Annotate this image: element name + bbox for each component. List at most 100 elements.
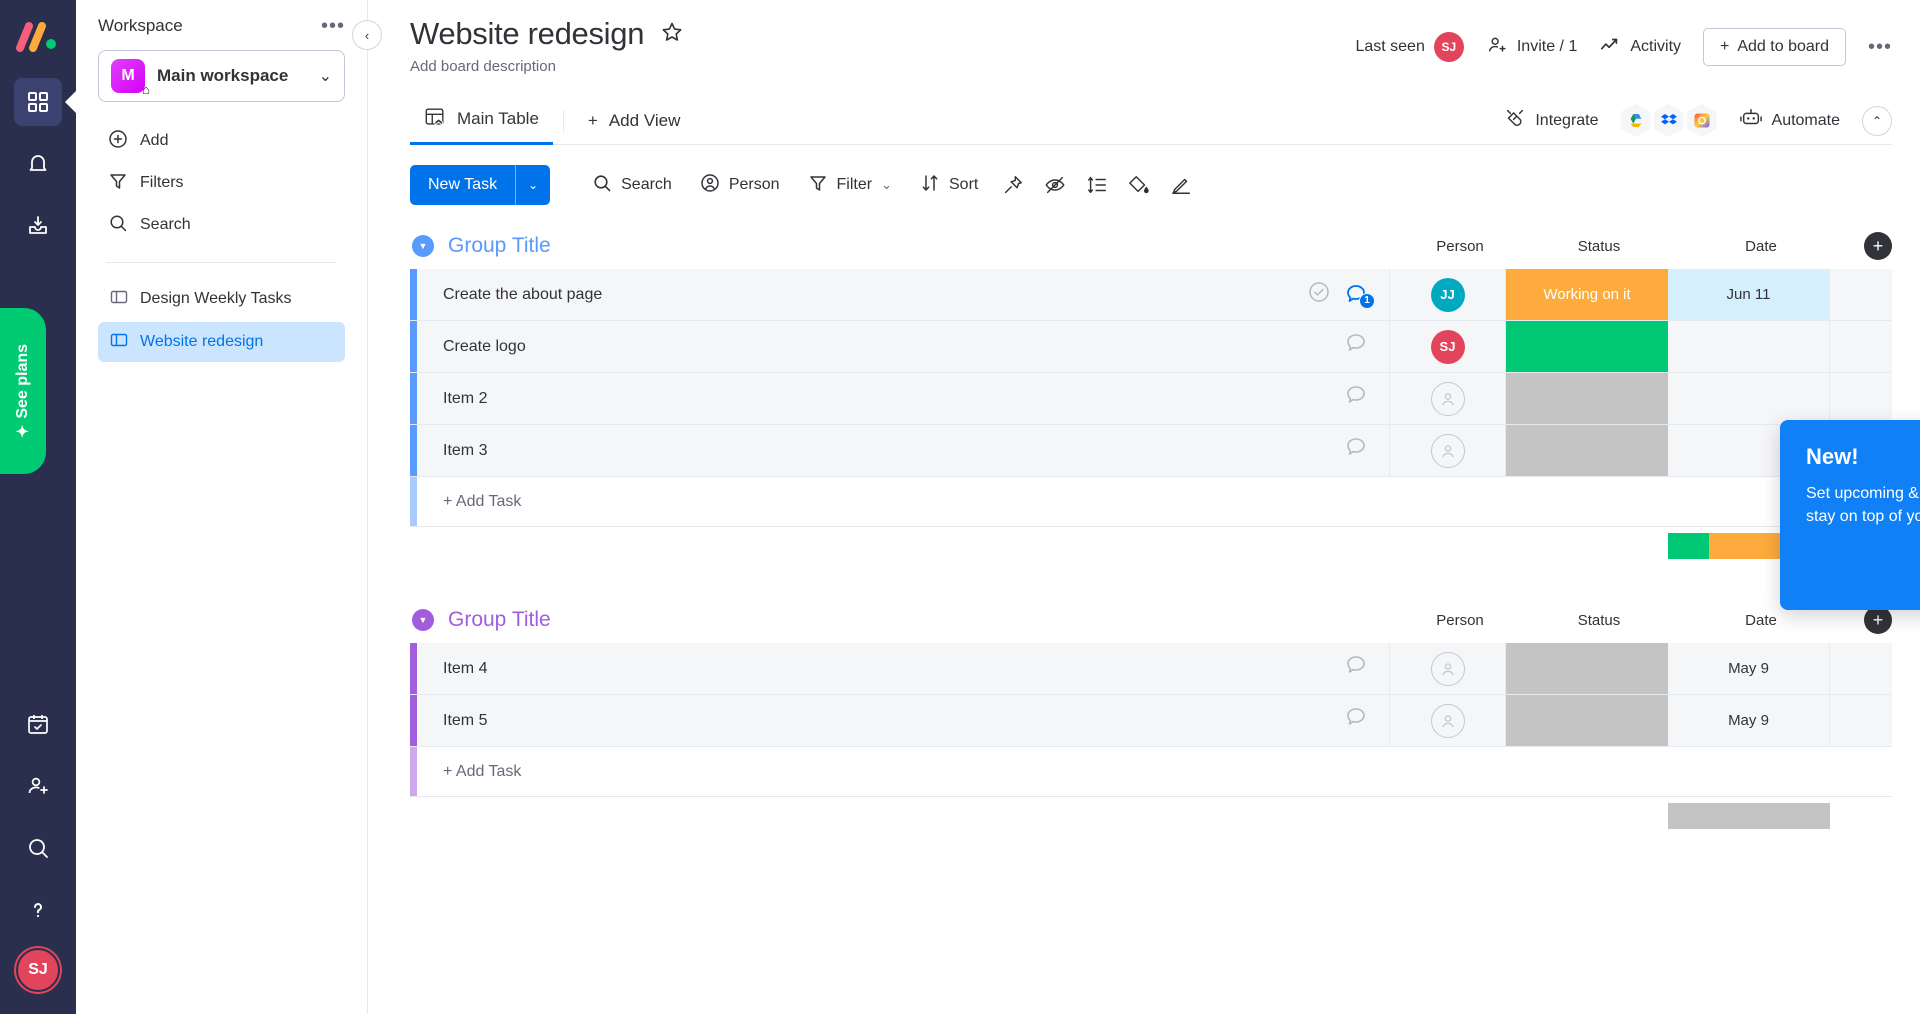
board-more-button[interactable]: ••• [1868, 37, 1892, 57]
tab-main-table[interactable]: Main Table [410, 97, 553, 145]
sidebar-board-website-redesign[interactable]: Website redesign [98, 322, 345, 362]
person-cell[interactable] [1390, 425, 1506, 476]
workspace-selector[interactable]: M ⌂ Main workspace ⌄ [98, 50, 345, 102]
column-header-date[interactable]: Date [1680, 612, 1842, 629]
toolbar-edit-board-button[interactable] [1160, 165, 1202, 205]
column-header-status[interactable]: Status [1518, 238, 1680, 255]
add-column-button[interactable]: + [1864, 232, 1892, 260]
group-title[interactable]: Group Title [448, 234, 551, 258]
toolbar-row-height-button[interactable] [1076, 165, 1118, 205]
table-row[interactable]: Item 5 May 9 [410, 695, 1892, 747]
chat-bubble-icon[interactable] [1345, 435, 1371, 466]
add-view-button[interactable]: + Add View [574, 97, 694, 145]
see-plans-button[interactable]: ✦ See plans [0, 308, 46, 474]
collapse-toolbar-button[interactable]: ⌃ [1862, 105, 1892, 136]
avatar-placeholder-icon[interactable] [1430, 433, 1465, 468]
date-cell[interactable]: May 9 [1668, 643, 1830, 694]
status-cell[interactable] [1506, 695, 1668, 746]
row-name-cell[interactable]: Item 5 [417, 695, 1390, 746]
rail-item-help[interactable] [14, 886, 62, 934]
workspace-more-button[interactable]: ••• [321, 16, 345, 36]
toolbar-search-button[interactable]: Search [578, 165, 686, 205]
date-cell[interactable] [1668, 321, 1830, 372]
row-name-cell[interactable]: Item 3 [417, 425, 1390, 476]
chevron-down-icon[interactable]: ⌄ [881, 177, 892, 193]
rail-item-my-work[interactable] [14, 700, 62, 748]
person-cell[interactable] [1390, 643, 1506, 694]
status-cell[interactable] [1506, 373, 1668, 424]
new-task-dropdown-icon[interactable]: ⌄ [516, 165, 550, 205]
rail-item-search[interactable] [14, 824, 62, 872]
table-row[interactable]: Item 3 [410, 425, 1892, 477]
board-description[interactable]: Add board description [410, 58, 1355, 75]
avatar-placeholder-icon[interactable] [1430, 703, 1465, 738]
last-seen-avatar[interactable]: SJ [1433, 32, 1464, 62]
add-task-label[interactable]: + Add Task [417, 477, 1892, 526]
avatar[interactable]: SJ [1430, 329, 1465, 364]
column-header-person[interactable]: Person [1402, 612, 1518, 629]
sidebar-item-search[interactable]: Search [98, 206, 345, 244]
new-task-button[interactable]: New Task ⌄ [410, 165, 551, 205]
status-cell[interactable]: Working on it [1506, 269, 1668, 320]
group-collapse-caret-icon[interactable]: ▼ [412, 609, 434, 631]
group-collapse-caret-icon[interactable]: ▼ [412, 235, 434, 257]
invite-button[interactable]: Invite / 1 [1486, 34, 1577, 61]
sidebar-board-design-weekly-tasks[interactable]: Design Weekly Tasks [98, 279, 345, 319]
rail-item-home[interactable] [14, 78, 62, 126]
add-task-row[interactable]: + Add Task [410, 477, 1892, 527]
person-cell[interactable]: JJ [1390, 269, 1506, 320]
table-row[interactable]: Create the about page 1 JJ Working on it… [410, 269, 1892, 321]
integrate-button[interactable]: Integrate [1504, 107, 1599, 134]
chat-bubble-icon[interactable]: 1 [1345, 282, 1375, 309]
avatar[interactable]: JJ [1430, 277, 1465, 312]
toolbar-filter-button[interactable]: Filter ⌄ [794, 165, 906, 205]
toolbar-pin-button[interactable] [992, 165, 1034, 205]
done-check-icon[interactable] [1307, 280, 1331, 309]
person-cell[interactable] [1390, 695, 1506, 746]
activity-button[interactable]: Activity [1599, 34, 1681, 61]
rail-user-avatar[interactable]: SJ [16, 948, 60, 992]
status-cell[interactable] [1506, 425, 1668, 476]
chat-bubble-icon[interactable] [1345, 705, 1371, 736]
add-column-button[interactable]: + [1864, 606, 1892, 634]
sidebar-item-filters[interactable]: Filters [98, 164, 345, 202]
row-name-cell[interactable]: Create the about page 1 [417, 269, 1390, 320]
chevron-down-icon[interactable]: ⌄ [319, 66, 332, 86]
date-cell[interactable] [1668, 373, 1830, 424]
person-cell[interactable]: SJ [1390, 321, 1506, 372]
avatar-placeholder-icon[interactable] [1430, 381, 1465, 416]
table-row[interactable]: Item 4 May 9 [410, 643, 1892, 695]
sidebar-item-add[interactable]: Add [98, 122, 345, 160]
toolbar-hide-button[interactable] [1034, 165, 1076, 205]
column-header-status[interactable]: Status [1518, 612, 1680, 629]
status-cell[interactable] [1506, 321, 1668, 372]
column-header-date[interactable]: Date [1680, 238, 1842, 255]
avatar-placeholder-icon[interactable] [1430, 651, 1465, 686]
add-task-label[interactable]: + Add Task [417, 747, 1892, 796]
chat-bubble-icon[interactable] [1345, 331, 1371, 362]
toolbar-color-button[interactable] [1118, 165, 1160, 205]
person-cell[interactable] [1390, 373, 1506, 424]
date-cell[interactable]: Jun 11 [1668, 269, 1830, 320]
status-cell[interactable] [1506, 643, 1668, 694]
google-drive-icon[interactable] [1620, 104, 1651, 137]
group-title[interactable]: Group Title [448, 608, 551, 632]
toolbar-sort-button[interactable]: Sort [906, 165, 992, 205]
adobe-creative-cloud-icon[interactable] [1686, 104, 1717, 137]
row-name-cell[interactable]: Item 2 [417, 373, 1390, 424]
chat-bubble-icon[interactable] [1345, 653, 1371, 684]
table-row[interactable]: Create logo SJ [410, 321, 1892, 373]
automate-button[interactable]: Automate [1739, 107, 1840, 134]
rail-item-invite[interactable] [14, 762, 62, 810]
dropbox-icon[interactable] [1653, 104, 1684, 137]
table-row[interactable]: Item 2 [410, 373, 1892, 425]
column-header-person[interactable]: Person [1402, 238, 1518, 255]
toolbar-person-button[interactable]: Person [686, 165, 794, 205]
last-seen-chip[interactable]: Last seen SJ [1355, 32, 1464, 62]
add-task-row[interactable]: + Add Task [410, 747, 1892, 797]
row-name-cell[interactable]: Create logo [417, 321, 1390, 372]
monday-logo[interactable] [16, 18, 60, 56]
favorite-star-icon[interactable] [660, 20, 684, 49]
rail-item-inbox[interactable] [14, 202, 62, 250]
chat-bubble-icon[interactable] [1345, 383, 1371, 414]
